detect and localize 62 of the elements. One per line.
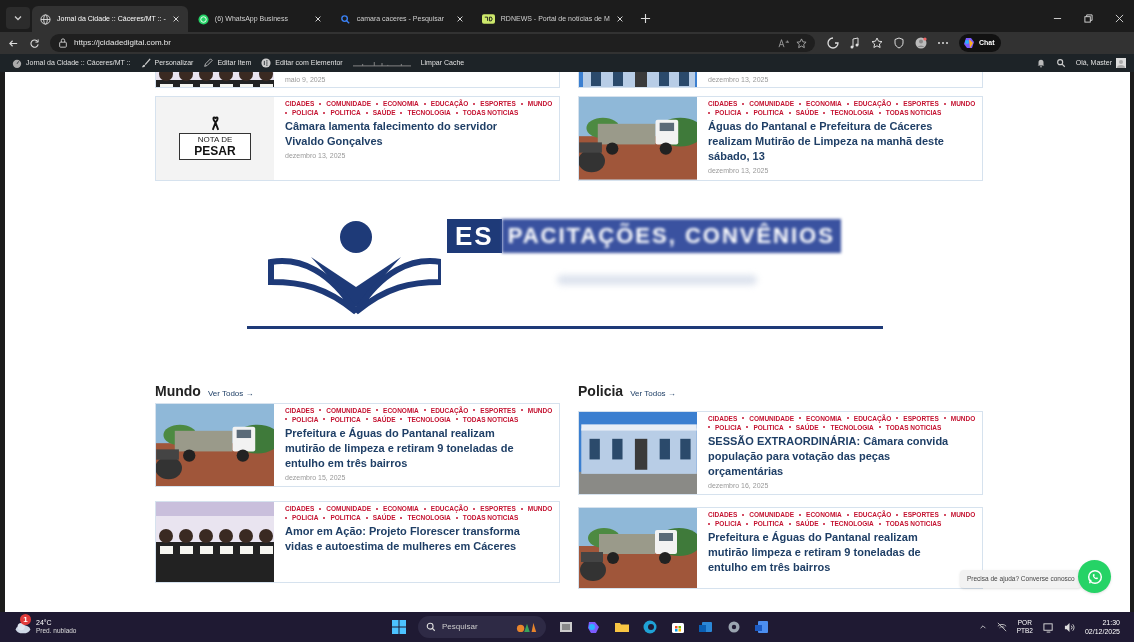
close-icon xyxy=(455,15,464,23)
notice-text: NOTA DE xyxy=(197,135,233,146)
shield-icon xyxy=(893,37,905,49)
pencil-icon xyxy=(203,58,214,68)
search-icon xyxy=(426,622,436,632)
site-logo-icon xyxy=(481,14,495,24)
start-icon xyxy=(392,620,406,634)
tab-list-icon xyxy=(6,7,30,29)
brush-icon xyxy=(140,58,151,68)
restore-icon xyxy=(1084,14,1093,23)
close-icon xyxy=(1115,14,1124,23)
whatsapp-button[interactable] xyxy=(1078,560,1111,593)
dashboard-icon xyxy=(12,58,22,68)
article-title-link[interactable]: Câmara lamenta falecimento do servidor Vivaldo Gonçalves xyxy=(285,119,535,149)
document-icon xyxy=(754,619,770,635)
whatsapp-icon xyxy=(1085,567,1104,586)
lock-icon xyxy=(58,38,68,48)
sparkline-icon xyxy=(352,59,411,67)
bell-icon xyxy=(1035,58,1046,68)
copilot-icon xyxy=(586,619,602,635)
globe-icon xyxy=(40,13,51,25)
settings-icon xyxy=(726,619,742,635)
favorite-star-icon xyxy=(796,37,807,49)
chevron-up-icon xyxy=(978,623,987,631)
see-all-link[interactable]: Ver Todos → xyxy=(630,387,676,400)
network-off-icon xyxy=(996,622,1007,632)
search-field[interactable]: Pesquisar xyxy=(418,616,546,638)
section-heading: Policia xyxy=(578,381,624,401)
close-icon xyxy=(615,15,624,23)
profile-avatar-icon xyxy=(915,37,927,49)
window-icon xyxy=(558,619,574,635)
close-icon xyxy=(171,15,180,23)
chat-bubble-icon xyxy=(197,13,209,25)
volume-icon xyxy=(1063,621,1075,633)
search-icon xyxy=(1055,58,1066,68)
article-title-link[interactable]: SESSÃO EXTRAORDINÁRIA: Câmara convida população para votação das peças orçamentárias xyxy=(708,433,958,479)
search-icon xyxy=(339,13,351,25)
address-field[interactable]: https://jcidadedigital.com.br xyxy=(50,34,815,52)
article-title-link[interactable]: Prefeitura e Águas do Pantanal realizam mutirão de limpeza e retiram 9 toneladas de entulho em três bairros xyxy=(285,425,535,471)
banner-text: PACITAÇÕES, CONVÊNIOS xyxy=(501,218,841,253)
notice-text: PESAR xyxy=(194,145,236,159)
elementor-icon xyxy=(261,58,272,68)
banner-text: ES xyxy=(447,218,502,253)
copilot-icon xyxy=(963,37,975,49)
decoration-icon xyxy=(516,621,538,633)
see-all-link[interactable]: Ver Todos → xyxy=(207,387,254,400)
browser-icon xyxy=(642,619,658,635)
article-title-link[interactable]: Amor em Ação: Projeto Florescer transforma vidas e autoestima de mulheres em Cáceres xyxy=(285,524,535,554)
close-icon xyxy=(313,15,322,23)
new-tab-icon xyxy=(639,13,651,24)
article-title-link[interactable]: Prefeitura e Águas do Pantanal realizam mutirão limpeza e retiram 9 toneladas de entulho em três bairros xyxy=(708,530,958,575)
reload-icon xyxy=(29,37,40,49)
mail-icon xyxy=(698,619,714,635)
article-title-link[interactable]: Águas do Pantanal e Prefeitura de Cáceres realizam Mutirão de Limpeza na manhã deste sábado, 13 xyxy=(708,119,958,164)
display-icon xyxy=(1042,621,1054,633)
music-note-icon xyxy=(849,37,861,49)
favorites-icon xyxy=(871,37,883,49)
avatar-icon xyxy=(1116,58,1126,68)
section-heading: Mundo xyxy=(155,381,201,401)
read-aloud-icon xyxy=(778,38,790,48)
ribbon-icon xyxy=(209,116,221,132)
notification-badge: 1 xyxy=(20,614,31,625)
